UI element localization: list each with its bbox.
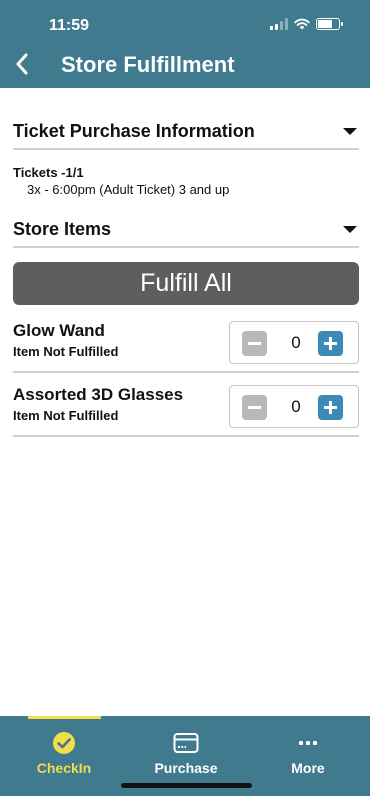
tab-label: More xyxy=(291,760,325,776)
tab-label: CheckIn xyxy=(36,760,92,776)
increment-button[interactable] xyxy=(318,331,343,356)
ticket-info-section-header[interactable]: Ticket Purchase Information xyxy=(13,114,359,150)
tab-more[interactable]: More xyxy=(263,730,353,780)
item-name: Glow Wand xyxy=(13,321,105,340)
quantity-stepper: 0 xyxy=(229,385,359,428)
signal-icon xyxy=(270,18,288,30)
home-indicator xyxy=(121,783,252,788)
back-button[interactable] xyxy=(8,48,36,80)
increment-button[interactable] xyxy=(318,395,343,420)
tab-label: Purchase xyxy=(154,760,218,776)
minus-icon xyxy=(248,342,261,345)
decrement-button[interactable] xyxy=(242,395,267,420)
wifi-icon xyxy=(294,18,310,30)
tab-purchase[interactable]: Purchase xyxy=(141,730,231,780)
minus-icon xyxy=(248,406,261,409)
page-title: Store Fulfillment xyxy=(61,52,235,77)
fulfill-all-button[interactable]: Fulfill All xyxy=(13,262,359,305)
store-items-section-header[interactable]: Store Items xyxy=(13,212,359,248)
caret-down-icon xyxy=(343,225,357,233)
store-item-row: Assorted 3D Glasses Item Not Fulfilled 0 xyxy=(13,385,359,437)
status-icons xyxy=(270,18,343,30)
app-screen: 11:59 Store Fulfillment Ticket Purchase … xyxy=(0,0,370,796)
caret-down-icon xyxy=(343,127,357,135)
ticket-line: 3x - 6:00pm (Adult Ticket) 3 and up xyxy=(27,182,230,197)
item-status: Item Not Fulfilled xyxy=(13,344,119,359)
chevron-left-icon xyxy=(16,53,28,75)
item-status: Item Not Fulfilled xyxy=(13,408,119,423)
section-label: Store Items xyxy=(13,218,112,239)
item-name: Assorted 3D Glasses xyxy=(13,385,184,404)
quantity-stepper: 0 xyxy=(229,321,359,364)
quantity-value: 0 xyxy=(291,333,301,352)
card-icon xyxy=(173,730,199,756)
status-time: 11:59 xyxy=(49,17,90,34)
quantity-value: 0 xyxy=(291,397,301,416)
more-dots-icon xyxy=(295,730,321,756)
tickets-title: Tickets -1/1 xyxy=(13,165,84,180)
app-header: 11:59 Store Fulfillment xyxy=(0,0,370,88)
section-label: Ticket Purchase Information xyxy=(13,120,255,141)
decrement-button[interactable] xyxy=(242,331,267,356)
battery-icon xyxy=(316,18,343,30)
store-item-row: Glow Wand Item Not Fulfilled 0 xyxy=(13,321,359,373)
check-circle-icon xyxy=(51,730,77,756)
tab-checkin[interactable]: CheckIn xyxy=(19,730,109,780)
active-tab-indicator xyxy=(28,716,101,719)
